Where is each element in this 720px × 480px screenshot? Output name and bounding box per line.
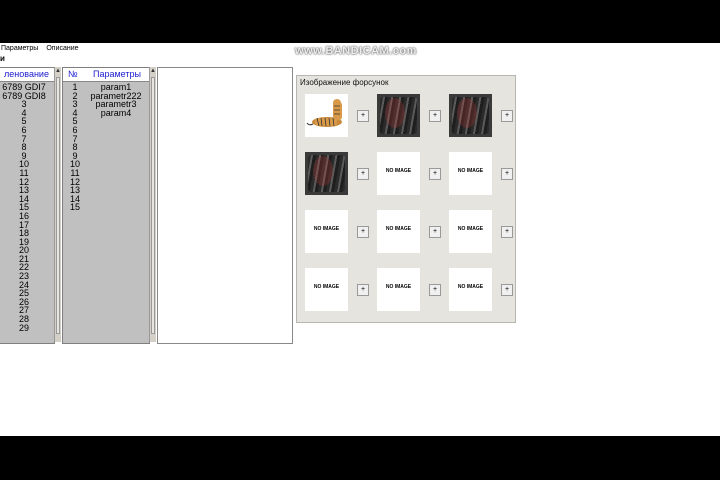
scroll-up-icon[interactable]: ▲ [55,67,61,75]
no-image-placeholder [377,268,420,311]
names-list-scrollbar[interactable]: ▲ [54,67,61,342]
add-image-button[interactable]: + [357,226,369,238]
params-list-header: № Параметры [63,68,149,82]
params-header-number: № [68,69,78,79]
no-image-placeholder [449,152,492,195]
add-image-button[interactable]: + [501,226,513,238]
toolbar-label: и [0,54,5,63]
scroll-up-icon[interactable]: ▲ [150,67,156,75]
no-image-placeholder [305,210,348,253]
add-image-button[interactable]: + [357,168,369,180]
no-image-placeholder [449,268,492,311]
add-image-button[interactable]: + [357,110,369,122]
add-image-button[interactable]: + [429,226,441,238]
no-image-placeholder [377,210,420,253]
no-image-placeholder [449,210,492,253]
description-panel[interactable] [157,67,293,344]
list-item[interactable]: 29 [0,323,49,333]
add-image-button[interactable]: + [501,168,513,180]
add-image-button[interactable]: + [429,284,441,296]
injector-photo [377,94,420,137]
names-list[interactable]: ленование 6789 GDI7 6789 GDI8 3 4 5 6 7 8 9 10 11 1… [0,67,55,344]
app-window: Параметры Описание и www.BANDICAM.com ле… [0,43,720,436]
add-image-button[interactable]: + [429,110,441,122]
recording-watermark: www.BANDICAM.com [295,45,417,57]
tiger-photo [305,94,348,137]
injector-photo [305,152,348,195]
no-image-placeholder [377,152,420,195]
list-item-parameter[interactable]: param4 [85,108,147,118]
menu-item-parameters[interactable]: Параметры [0,45,39,52]
add-image-button[interactable]: + [429,168,441,180]
menu-item-description[interactable]: Описание [45,45,79,52]
no-image-placeholder [305,268,348,311]
scroll-thumb[interactable] [56,77,60,334]
add-image-button[interactable]: + [501,284,513,296]
names-list-header: ленование [0,68,54,82]
scroll-thumb[interactable] [151,77,155,334]
params-header-parameters: Параметры [93,69,141,79]
injector-images-title: Изображение форсунок [300,78,389,87]
injector-photo [449,94,492,137]
list-item-number[interactable]: 15 [67,203,83,212]
params-list-scrollbar[interactable]: ▲ [149,67,156,342]
add-image-button[interactable]: + [357,284,369,296]
add-image-button[interactable]: + [501,110,513,122]
injector-images-group: Изображение форсунок + + + + + + + + + + + + [296,75,516,323]
params-list[interactable]: № Параметры 1 2 3 4 5 6 7 8 9 10 11 12 13 14 15 param1… [62,67,150,344]
